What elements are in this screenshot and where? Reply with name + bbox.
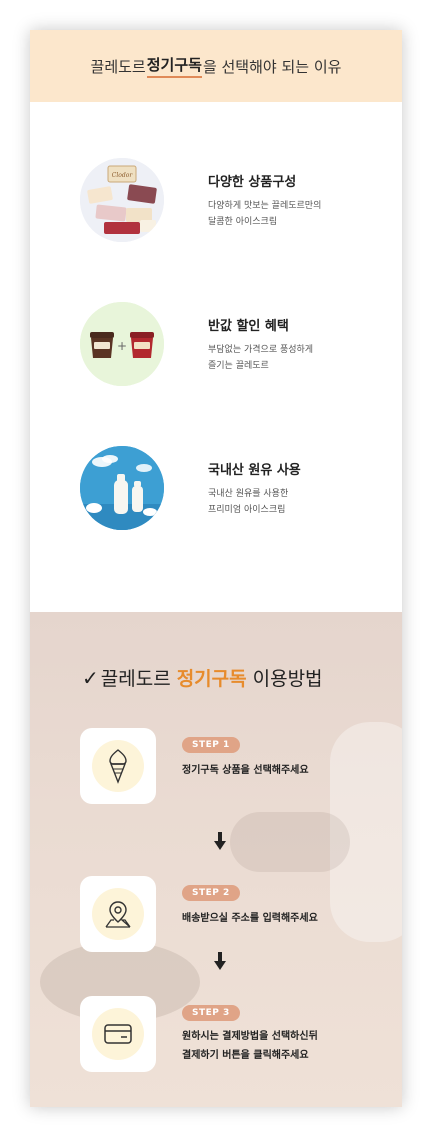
step-icon-box bbox=[80, 996, 156, 1072]
step-icon-box bbox=[80, 876, 156, 952]
step-badge: STEP 3 bbox=[182, 1005, 240, 1021]
background-decoration bbox=[230, 812, 350, 872]
step-2: STEP 2 배송받으실 주소를 입력해주세요 bbox=[80, 876, 318, 952]
reasons-header: 끌레도르 정기구독 을 선택해야 되는 이유 bbox=[30, 30, 402, 102]
step-text-line2: 결제하기 버튼을 클릭해주세요 bbox=[182, 1050, 309, 1061]
how-to-title: ✓ 끌레도르 정기구독 이용방법 bbox=[82, 664, 323, 691]
benefit-title: 국내산 원유 사용 bbox=[208, 462, 301, 478]
benefit-item-domestic-milk: 국내산 원유 사용 국내산 원유를 사용한 프리미엄 아이스크림 bbox=[80, 446, 301, 530]
header-title-after: 을 선택해야 되는 이유 bbox=[202, 57, 342, 76]
location-pin-icon bbox=[105, 901, 131, 928]
step-text: 정기구독 상품을 선택해주세요 bbox=[182, 765, 309, 776]
ice-cream-cone-icon bbox=[109, 749, 127, 784]
step-icon-box bbox=[80, 728, 156, 804]
plus-sign: + bbox=[117, 339, 127, 353]
benefits-section: Clodor 다양한 상품구성 다양하게 맛보는 끌레도르만의 달콤한 아이스크… bbox=[30, 102, 402, 612]
header-title-before: 끌레도르 bbox=[90, 57, 146, 76]
credit-card-icon bbox=[104, 1024, 132, 1044]
benefit-desc-line2: 달콤한 아이스크림 bbox=[208, 216, 278, 227]
benefit-desc-line2: 즐기는 끌레도르 bbox=[208, 360, 269, 371]
benefit-item-discount: + 반값 할인 혜택 부담없는 가격으로 풍성하게 즐기는 끌레도르 bbox=[80, 302, 313, 386]
step-badge: STEP 2 bbox=[182, 885, 240, 901]
benefit-title: 반값 할인 혜택 bbox=[208, 318, 289, 334]
how-to-section: ✓ 끌레도르 정기구독 이용방법 STEP 1 정기구독 상품을 선택해주세요 bbox=[30, 612, 402, 1107]
checkmark-icon: ✓ bbox=[82, 665, 99, 690]
step-1: STEP 1 정기구독 상품을 선택해주세요 bbox=[80, 728, 309, 804]
how-to-title-after: 이용방법 bbox=[252, 668, 323, 690]
benefit-item-variety: Clodor 다양한 상품구성 다양하게 맛보는 끌레도르만의 달콤한 아이스크… bbox=[80, 158, 321, 242]
benefit-desc-line1: 국내산 원유를 사용한 bbox=[208, 488, 289, 499]
assorted-products-image: Clodor bbox=[80, 158, 164, 242]
step-badge: STEP 1 bbox=[182, 737, 240, 753]
step-3: STEP 3 원하시는 결제방법을 선택하신뒤 결제하기 버튼을 클릭해주세요 bbox=[80, 996, 318, 1072]
benefit-title: 다양한 상품구성 bbox=[208, 174, 297, 190]
down-arrow-icon bbox=[214, 832, 226, 850]
svg-text:Clodor: Clodor bbox=[112, 172, 134, 179]
benefit-desc-line2: 프리미엄 아이스크림 bbox=[208, 504, 286, 515]
step-text-line1: 원하시는 결제방법을 선택하신뒤 bbox=[182, 1031, 318, 1042]
down-arrow-icon bbox=[214, 952, 226, 970]
benefit-desc-line1: 부담없는 가격으로 풍성하게 bbox=[208, 344, 314, 355]
header-title-highlight: 정기구독 bbox=[146, 54, 202, 78]
milk-bottles-image bbox=[80, 446, 164, 530]
subscription-info-card: 끌레도르 정기구독 을 선택해야 되는 이유 Clodor 다양한 상품구성 다… bbox=[30, 30, 402, 1107]
ice-cream-cups-image: + bbox=[80, 302, 164, 386]
how-to-title-before: 끌레도르 bbox=[100, 668, 171, 690]
benefit-desc-line1: 다양하게 맛보는 끌레도르만의 bbox=[208, 200, 322, 211]
step-text: 배송받으실 주소를 입력해주세요 bbox=[182, 913, 318, 924]
how-to-title-accent: 정기구독 bbox=[176, 668, 247, 690]
